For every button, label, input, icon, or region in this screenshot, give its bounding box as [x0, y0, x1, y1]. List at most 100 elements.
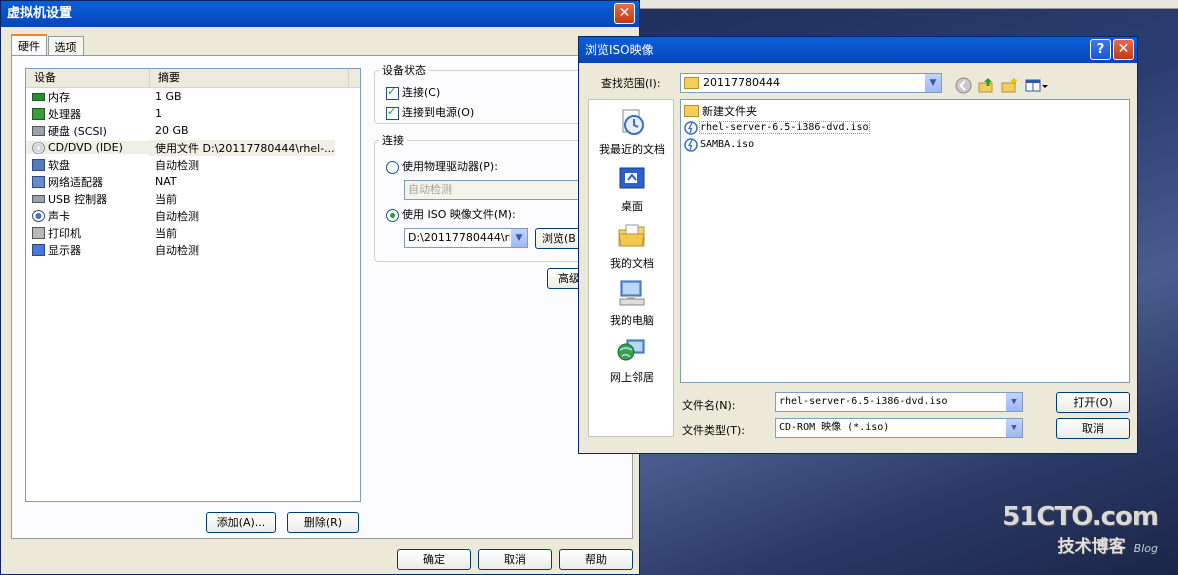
device-name-cell: 显示器 — [26, 242, 149, 258]
device-status-legend: 设备状态 — [382, 64, 426, 77]
device-summary: 1 GB — [155, 90, 182, 103]
network-places-icon — [617, 339, 645, 361]
tab-hardware[interactable]: 硬件 — [11, 34, 47, 57]
device-name-cell: 硬盘 (SCSI) — [26, 123, 149, 139]
place-recent[interactable]: 我最近的文档 — [589, 108, 675, 157]
network-icon — [32, 175, 45, 188]
place-my-computer[interactable]: 我的电脑 — [589, 279, 675, 328]
device-summary: 使用文件 D:\20117780444\rhel-... — [149, 139, 335, 156]
file-item-samba-iso[interactable]: SAMBA.iso — [681, 136, 1129, 153]
place-network[interactable]: 网上邻居 — [589, 336, 675, 385]
device-name: 软盘 — [48, 158, 70, 172]
filetype-select[interactable]: CD-ROM 映像 (*.iso) ▼ — [775, 418, 1023, 438]
physical-drive-radio[interactable]: 使用物理驱动器(P): — [386, 158, 498, 174]
device-name: CD/DVD (IDE) — [48, 141, 123, 154]
remove-device-button[interactable]: 删除(R) — [287, 512, 359, 533]
iso-file-radio[interactable]: 使用 ISO 映像文件(M): — [386, 206, 516, 222]
connection-legend: 连接 — [382, 134, 404, 147]
window-title: 虚拟机设置 — [7, 6, 73, 21]
help-button[interactable]: 帮助 — [559, 549, 633, 570]
device-list-header: 设备 摘要 — [26, 69, 360, 88]
browse-iso-titlebar: 浏览ISO映像 ? ✕ — [579, 37, 1137, 63]
device-name-cell: 网络适配器 — [26, 174, 149, 190]
device-summary: 1 — [155, 107, 162, 120]
file-list: 新建文件夹 rhel-server-6.5-i386-dvd.iso SAMBA… — [680, 99, 1130, 383]
back-icon[interactable] — [955, 77, 972, 94]
device-name: 内存 — [48, 90, 70, 104]
connected-checkbox[interactable]: 连接(C) — [386, 84, 440, 100]
device-row[interactable]: USB 控制器 当前 — [26, 190, 360, 207]
iso-file-icon — [684, 120, 698, 135]
view-menu-icon[interactable] — [1025, 77, 1049, 94]
device-name: USB 控制器 — [48, 192, 108, 206]
physical-drive-label: 使用物理驱动器(P): — [402, 160, 498, 173]
device-name-cell: 软盘 — [26, 157, 149, 173]
browse-iso-dialog: 浏览ISO映像 ? ✕ 查找范围(I): 20117780444 ▼ 我最近的文… — [578, 36, 1138, 454]
memory-icon — [32, 92, 45, 101]
chevron-down-icon[interactable]: ▼ — [510, 229, 527, 247]
open-button[interactable]: 打开(O) — [1056, 392, 1130, 413]
floppy-icon — [32, 158, 45, 171]
place-my-documents[interactable]: 我的文档 — [589, 222, 675, 271]
device-row[interactable]: 内存 1 GB — [26, 88, 360, 105]
help-icon[interactable]: ? — [1090, 39, 1111, 60]
chevron-down-icon[interactable]: ▼ — [1005, 393, 1022, 411]
device-name: 声卡 — [48, 209, 70, 223]
connected-label: 连接(C) — [402, 86, 441, 99]
device-summary: 自动检测 — [155, 243, 199, 257]
device-summary: 自动检测 — [155, 158, 199, 172]
filename-value: rhel-server-6.5-i386-dvd.iso — [779, 396, 948, 407]
connect-power-checkbox[interactable]: 连接到电源(O) — [386, 104, 474, 120]
close-icon[interactable]: ✕ — [614, 3, 635, 24]
tab-options[interactable]: 选项 — [47, 36, 84, 57]
watermark-sub: 技术博客 — [1057, 537, 1126, 557]
iso-path-combo[interactable]: D:\20117780444\rhe ▼ — [404, 228, 528, 248]
desktop-top-bar — [640, 0, 1178, 9]
column-summary[interactable]: 摘要 — [150, 69, 349, 87]
column-device[interactable]: 设备 — [26, 69, 150, 87]
up-folder-icon[interactable] — [978, 77, 995, 94]
device-name-cell: CD/DVD (IDE) — [26, 141, 149, 154]
iso-file-label: 使用 ISO 映像文件(M): — [402, 208, 516, 221]
file-name: 新建文件夹 — [702, 104, 757, 118]
place-my-computer-label: 我的电脑 — [610, 314, 654, 327]
file-item-rhel-iso[interactable]: rhel-server-6.5-i386-dvd.iso — [681, 119, 1129, 136]
file-item-folder[interactable]: 新建文件夹 — [681, 102, 1129, 119]
device-row[interactable]: 声卡 自动检测 — [26, 207, 360, 224]
device-name-cell: 打印机 — [26, 225, 149, 241]
device-row[interactable]: CD/DVD (IDE) 使用文件 D:\20117780444\rhel-... — [26, 139, 360, 156]
desktop-icon — [619, 167, 645, 189]
add-device-button[interactable]: 添加(A)... — [206, 512, 276, 533]
device-summary: NAT — [155, 175, 177, 188]
recent-docs-icon — [622, 109, 644, 135]
filetype-value: CD-ROM 映像 (*.iso) — [779, 422, 890, 433]
new-folder-icon[interactable] — [1001, 77, 1018, 94]
look-in-label: 查找范围(I): — [601, 77, 661, 90]
device-row[interactable]: 打印机 当前 — [26, 224, 360, 241]
device-row[interactable]: 处理器 1 — [26, 105, 360, 122]
ok-button[interactable]: 确定 — [397, 549, 471, 570]
folder-icon — [684, 77, 699, 89]
place-desktop-label: 桌面 — [621, 200, 643, 213]
vm-settings-window: 虚拟机设置 ✕ 硬件 选项 设备 摘要 内存 1 GB 处理器 1 硬盘 (SCSI) 2… — [0, 0, 640, 575]
filetype-label: 文件类型(T): — [682, 424, 746, 437]
look-in-combo[interactable]: 20117780444 ▼ — [680, 73, 942, 93]
device-summary: 当前 — [155, 192, 177, 206]
device-row[interactable]: 硬盘 (SCSI) 20 GB — [26, 122, 360, 139]
close-icon[interactable]: ✕ — [1113, 39, 1134, 60]
printer-icon — [32, 226, 45, 239]
device-row[interactable]: 软盘 自动检测 — [26, 156, 360, 173]
filename-input[interactable]: rhel-server-6.5-i386-dvd.iso ▼ — [775, 392, 1023, 412]
file-name: rhel-server-6.5-i386-dvd.iso — [699, 121, 870, 134]
cancel-button[interactable]: 取消 — [478, 549, 552, 570]
device-row[interactable]: 显示器 自动检测 — [26, 241, 360, 258]
device-name-cell: 内存 — [26, 89, 149, 105]
radio-selected-icon — [386, 208, 399, 222]
device-name: 处理器 — [48, 107, 81, 121]
device-row[interactable]: 网络适配器 NAT — [26, 173, 360, 190]
chevron-down-icon[interactable]: ▼ — [924, 74, 941, 92]
chevron-down-icon[interactable]: ▼ — [1005, 419, 1022, 437]
device-summary: 20 GB — [155, 124, 189, 137]
dialog-cancel-button[interactable]: 取消 — [1056, 418, 1130, 439]
place-desktop[interactable]: 桌面 — [589, 165, 675, 214]
